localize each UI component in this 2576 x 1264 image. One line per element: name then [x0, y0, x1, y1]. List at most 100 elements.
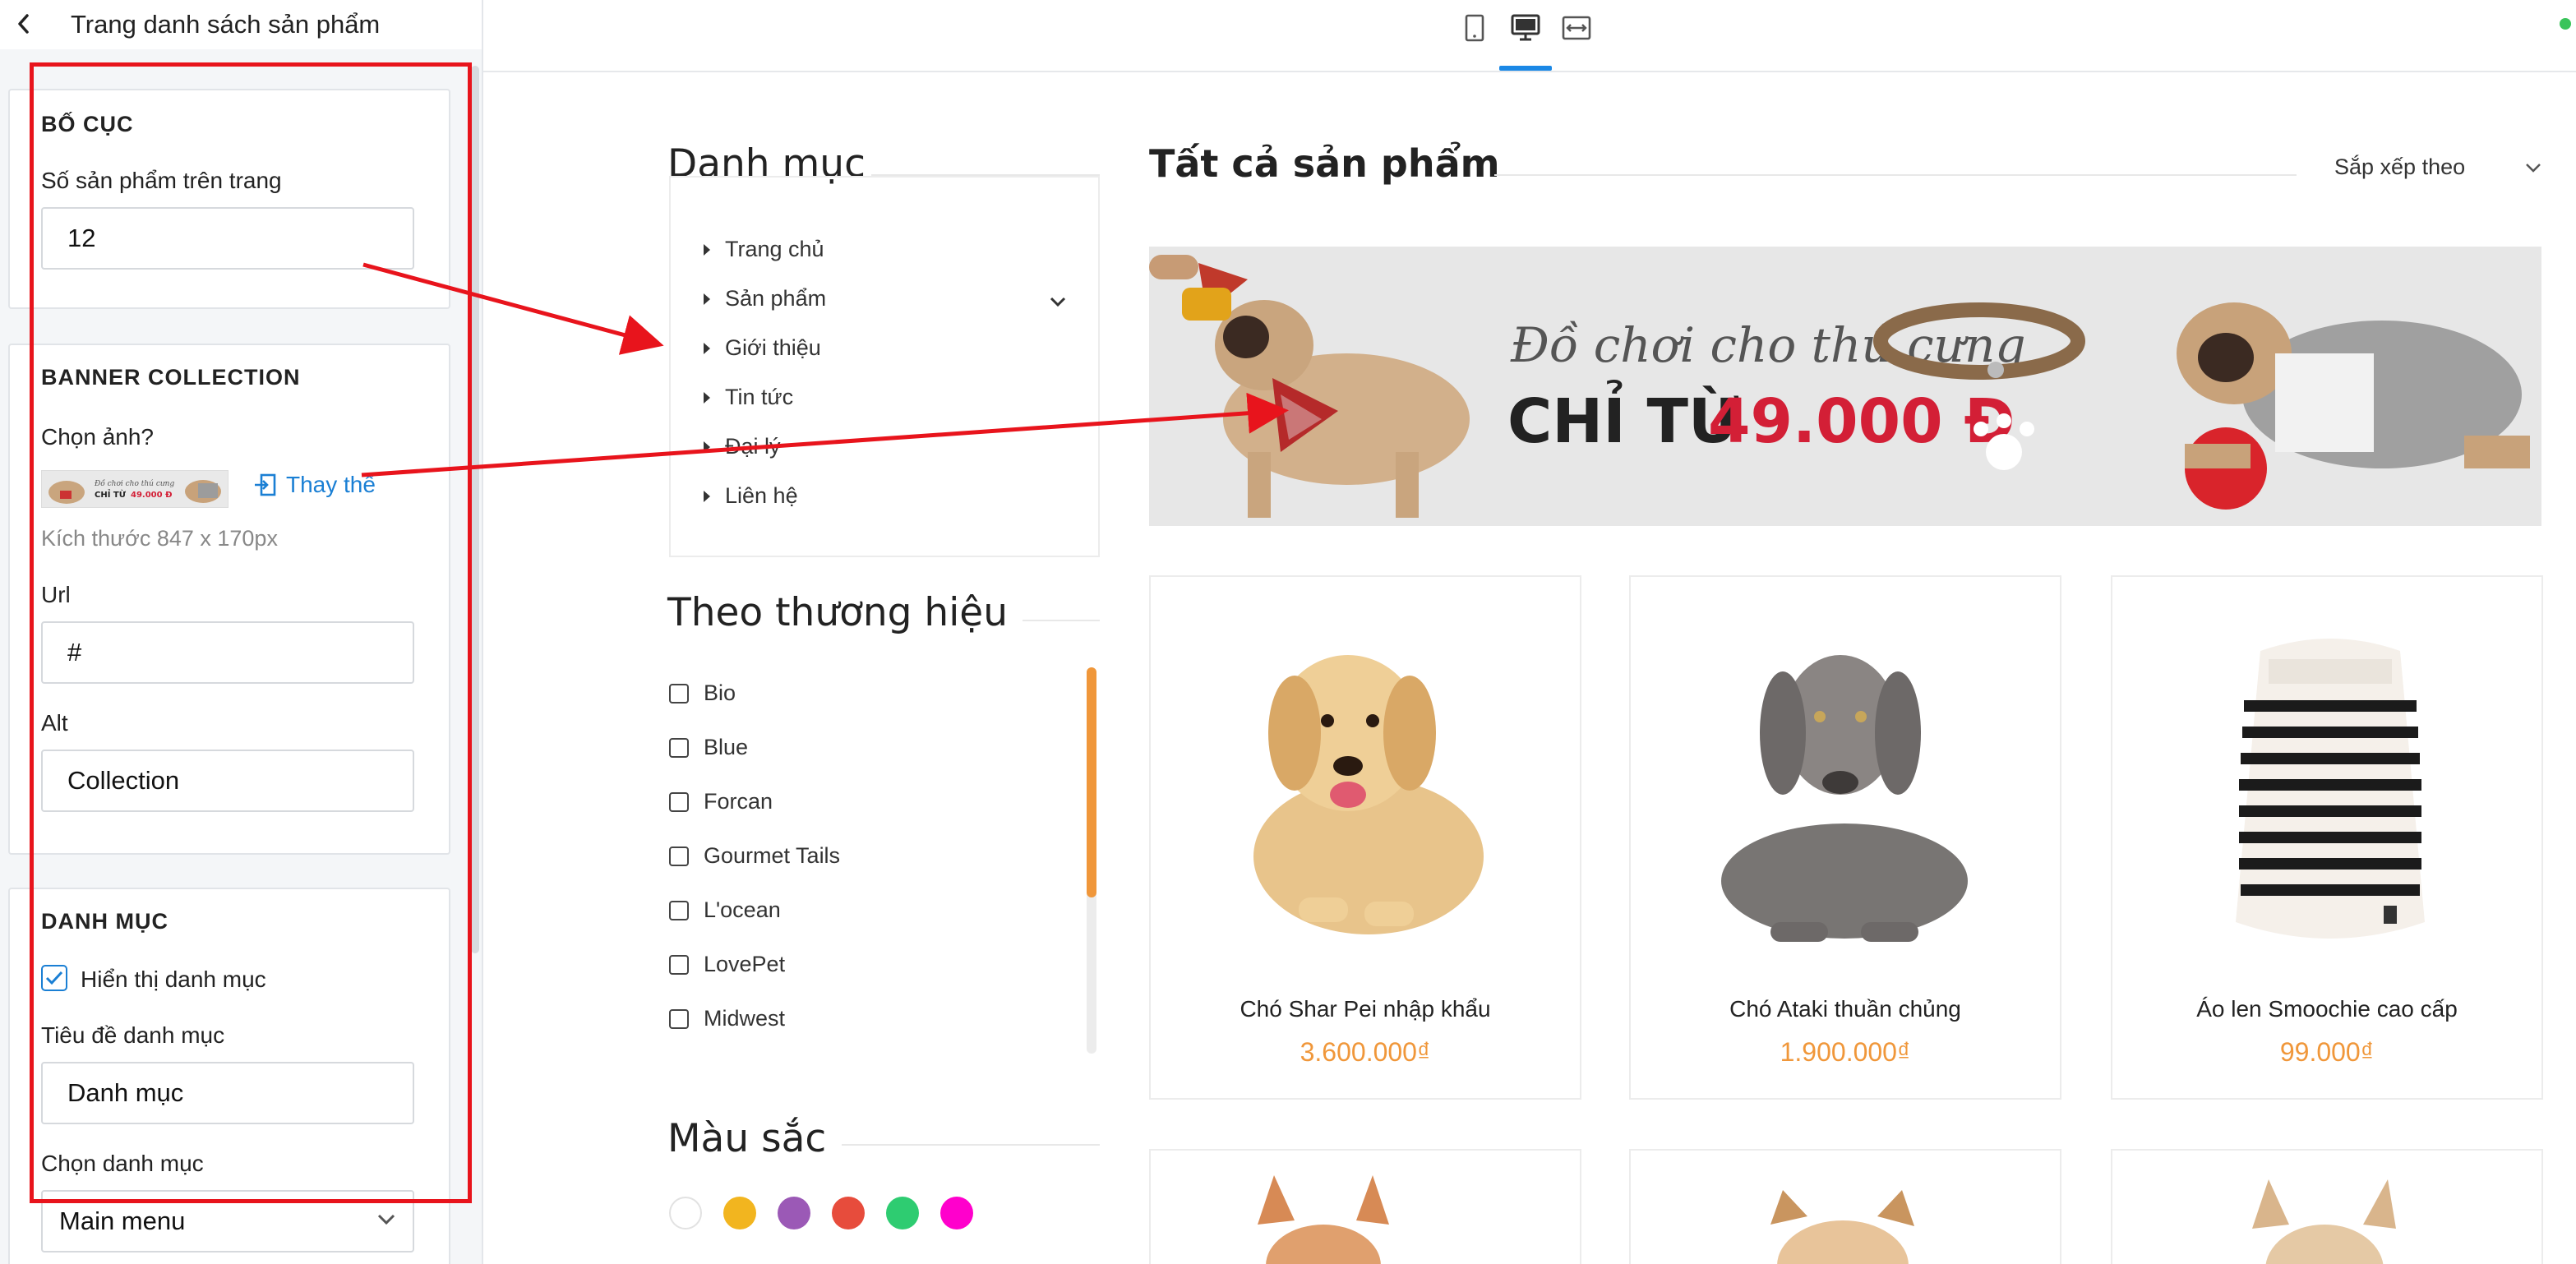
sidebar-scrollbar-thumb[interactable]	[471, 66, 479, 953]
product-image	[2252, 1179, 2396, 1264]
brand-label: Forcan	[704, 789, 773, 814]
product-card[interactable]	[1629, 1149, 2061, 1264]
color-swatch-magenta[interactable]	[940, 1197, 973, 1229]
brand-filter-item[interactable]: LovePet	[669, 952, 785, 977]
settings-sidebar: Trang danh sách sản phẩm BỐ CỤC Số sản p…	[0, 0, 483, 1264]
category-item-home[interactable]: Trang chủ	[704, 237, 824, 262]
caret-right-icon	[704, 342, 710, 354]
color-swatch-green[interactable]	[886, 1197, 919, 1229]
checkbox[interactable]	[669, 954, 689, 975]
brand-filter-item[interactable]: Midwest	[669, 1006, 785, 1031]
layout-card: BỐ CỤC Số sản phẩm trên trang 12	[8, 89, 450, 309]
collection-title: Tất cả sản phẩm	[1149, 141, 1500, 186]
back-button[interactable]	[12, 12, 36, 36]
product-card[interactable]: Chó Ataki thuần chủng 1.900.000₫	[1629, 575, 2061, 1100]
category-title-input[interactable]: Danh mục	[41, 1062, 414, 1124]
brand-filter-item[interactable]: Gourmet Tails	[669, 843, 840, 869]
brand-label: Bio	[704, 680, 736, 705]
color-widget-title: Màu sắc	[667, 1116, 827, 1161]
checkbox[interactable]	[669, 1008, 689, 1029]
brand-label: Blue	[704, 735, 749, 759]
checkbox[interactable]	[669, 683, 689, 704]
caret-right-icon	[704, 441, 710, 453]
mobile-view-button[interactable]	[1458, 12, 1491, 44]
category-item-agents[interactable]: Đại lý	[704, 434, 781, 459]
product-card[interactable]: Chó Shar Pei nhập khẩu 3.600.000₫	[1149, 575, 1581, 1100]
svg-text:49.000 Đ: 49.000 Đ	[131, 491, 172, 500]
product-price: 1.900.000₫	[1780, 1037, 1911, 1067]
brand-label: L'ocean	[704, 897, 781, 922]
replace-image-button[interactable]: Thay thế	[253, 472, 376, 498]
brand-filter-item[interactable]: Forcan	[669, 789, 773, 814]
brand-label: LovePet	[704, 952, 786, 976]
category-item-label: Tin tức	[725, 385, 794, 409]
fullwidth-view-button[interactable]	[1560, 12, 1593, 44]
checkbox[interactable]	[669, 900, 689, 920]
alt-label: Alt	[41, 710, 68, 736]
chevron-down-icon[interactable]	[1049, 296, 1067, 307]
brand-filter-item[interactable]: Blue	[669, 735, 748, 760]
color-swatch-purple[interactable]	[778, 1197, 810, 1229]
product-name[interactable]: Chó Ataki thuần chủng	[1631, 996, 2060, 1022]
product-card[interactable]: Áo len Smoochie cao cấp 99.000₫	[2111, 575, 2543, 1100]
show-category-label: Hiển thị danh mục	[81, 966, 266, 992]
banner-illustration: Đồ chơi cho thú cưng CHỈ TỪ 49.000 Đ	[1149, 247, 2541, 526]
product-card[interactable]	[1149, 1149, 1581, 1264]
sort-select[interactable]: Sắp xếp theo	[2334, 155, 2542, 180]
preview-toolbar	[483, 0, 2576, 72]
brand-title-rule	[1023, 620, 1100, 621]
category-item-label: Trang chủ	[725, 237, 824, 261]
desktop-view-button[interactable]	[1509, 12, 1542, 44]
category-item-label: Liên hệ	[725, 483, 798, 508]
checkbox[interactable]	[669, 737, 689, 758]
sort-label: Sắp xếp theo	[2334, 155, 2466, 179]
per-page-input[interactable]: 12	[41, 207, 414, 270]
color-swatch-red[interactable]	[832, 1197, 865, 1229]
svg-text:Đồ chơi cho thú cưng: Đồ chơi cho thú cưng	[94, 479, 174, 488]
banner-price-text: 49.000 Đ	[1708, 386, 2015, 457]
alt-input[interactable]: Collection	[41, 750, 414, 812]
category-card: DANH MỤC Hiển thị danh mục Tiêu đề danh …	[8, 888, 450, 1264]
product-name[interactable]: Chó Shar Pei nhập khẩu	[1151, 996, 1580, 1022]
url-input[interactable]: #	[41, 621, 414, 684]
color-swatch-yellow[interactable]	[723, 1197, 756, 1229]
product-card[interactable]	[2111, 1149, 2543, 1264]
category-section-title: DANH MỤC	[41, 909, 169, 934]
layout-section-title: BỐ CỤC	[41, 112, 134, 136]
desktop-icon	[1511, 14, 1540, 41]
product-name[interactable]: Áo len Smoochie cao cấp	[2112, 996, 2541, 1022]
url-label: Url	[41, 582, 71, 607]
show-category-checkbox[interactable]	[41, 965, 67, 991]
caret-right-icon	[704, 293, 710, 305]
sidebar-title: Trang danh sách sản phẩm	[71, 10, 381, 39]
choose-category-select[interactable]: Main menu	[41, 1190, 414, 1252]
checkbox[interactable]	[669, 846, 689, 866]
svg-text:CHỈ TỪ: CHỈ TỪ	[95, 488, 127, 500]
product-price: 99.000₫	[2279, 1037, 2375, 1067]
brand-filter-item[interactable]: L'ocean	[669, 897, 781, 923]
caret-right-icon	[704, 490, 710, 502]
category-item-about[interactable]: Giới thiệu	[704, 335, 821, 361]
fullwidth-icon	[1562, 16, 1591, 40]
category-item-contact[interactable]: Liên hệ	[704, 483, 798, 509]
collection-banner[interactable]: Đồ chơi cho thú cưng CHỈ TỪ 49.000 Đ	[1149, 247, 2541, 526]
replace-image-label: Thay thế	[286, 472, 376, 497]
sidebar-header: Trang danh sách sản phẩm	[0, 0, 482, 49]
replace-icon	[255, 473, 276, 496]
brand-scrollbar-thumb[interactable]	[1087, 667, 1096, 897]
category-item-label: Giới thiệu	[725, 335, 821, 360]
chevron-down-icon	[2526, 163, 2541, 173]
product-image	[2236, 639, 2425, 939]
category-item-news[interactable]: Tin tức	[704, 385, 793, 410]
app-root: Trang danh sách sản phẩm BỐ CỤC Số sản p…	[0, 0, 2576, 1264]
product-image	[1258, 1175, 1389, 1264]
color-swatch-white[interactable]	[669, 1197, 702, 1229]
checkbox[interactable]	[669, 791, 689, 812]
choose-image-label: Chọn ảnh?	[41, 424, 155, 450]
brand-label: Gourmet Tails	[704, 843, 841, 868]
brand-filter-item[interactable]: Bio	[669, 680, 736, 706]
category-item-products[interactable]: Sản phẩm	[704, 286, 826, 311]
banner-thumbnail[interactable]: Đồ chơi cho thú cưng CHỈ TỪ 49.000 Đ	[41, 470, 229, 508]
image-size-hint: Kích thước 847 x 170px	[41, 526, 278, 551]
caret-right-icon	[704, 391, 710, 404]
